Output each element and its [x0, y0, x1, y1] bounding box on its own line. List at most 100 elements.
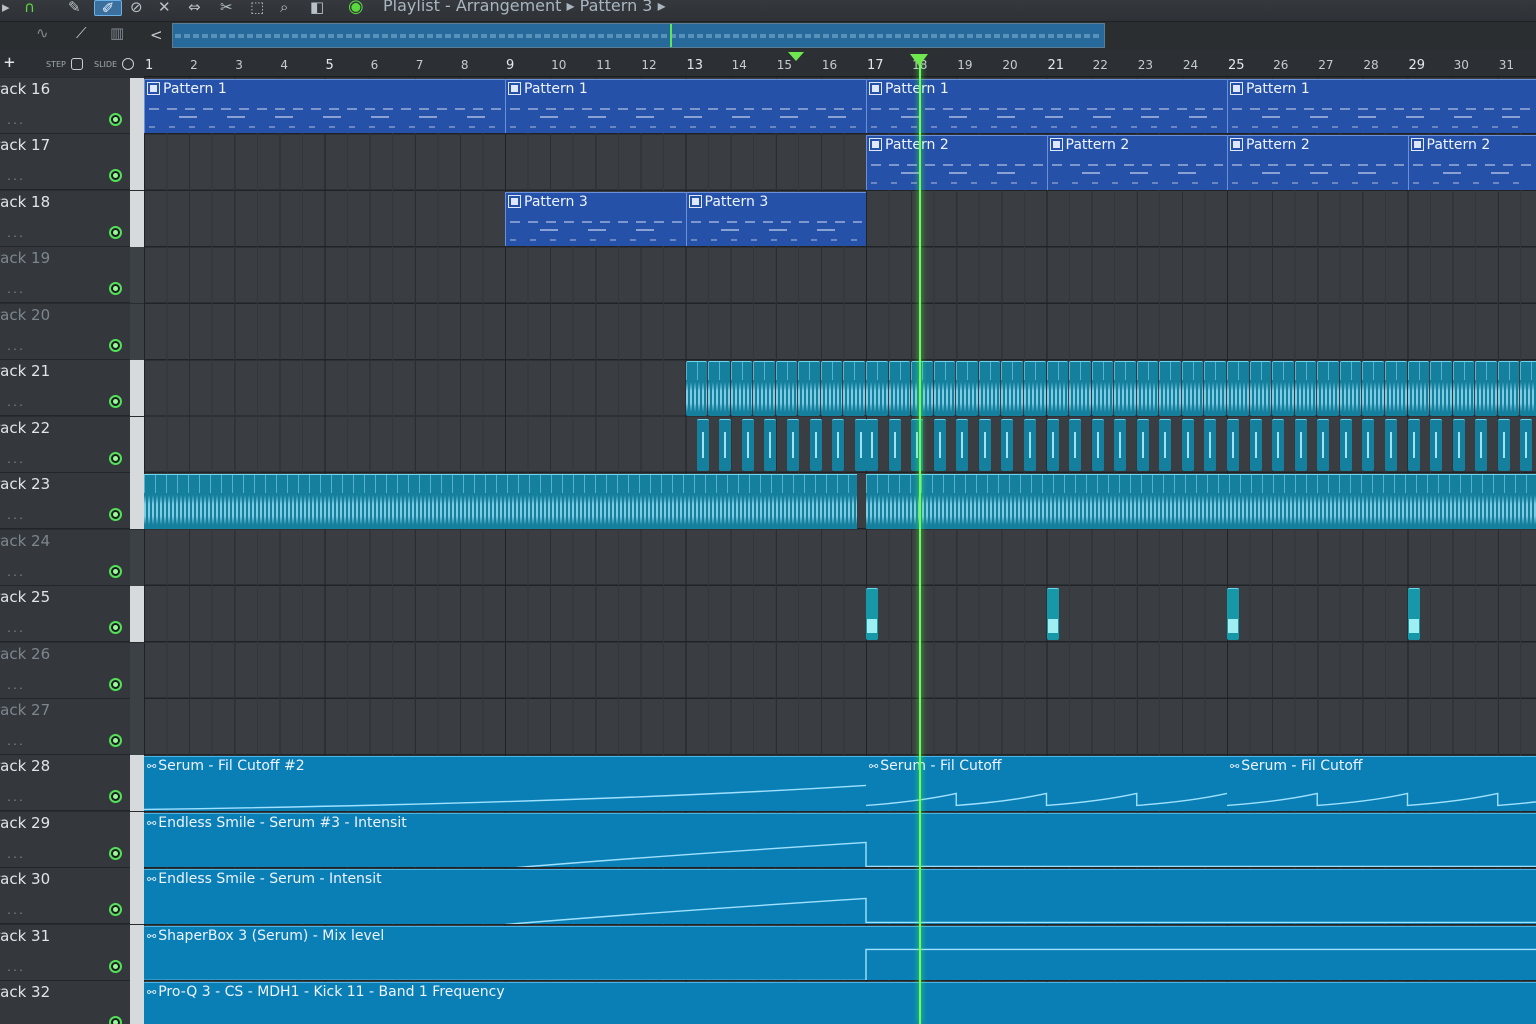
track-enable-led[interactable] — [109, 451, 122, 465]
pattern-clip[interactable]: Pattern 2 — [1227, 135, 1408, 190]
audio-clip[interactable] — [911, 418, 924, 472]
audio-clip[interactable] — [1294, 361, 1317, 416]
automation-clip[interactable]: ⚯ Endless Smile - Serum - Intensit — [144, 869, 1536, 924]
track-grip-handle[interactable] — [130, 473, 144, 530]
track-grip-handle[interactable] — [130, 755, 144, 812]
track-header[interactable]: rack 21... — [0, 360, 144, 417]
automation-clip[interactable]: ⚯ Pro-Q 3 - CS - MDH1 - Kick 11 - Band 1 … — [144, 982, 1536, 1024]
audio-clip[interactable] — [1249, 361, 1272, 416]
speaker-icon[interactable]: ◉ — [348, 0, 364, 16]
track-header[interactable]: rack 26... — [0, 642, 144, 699]
track-grip-handle[interactable] — [130, 586, 144, 643]
pattern-clip[interactable]: Pattern 3 — [685, 191, 866, 247]
track-enable-led[interactable] — [109, 338, 122, 352]
track-header[interactable]: rack 27... — [0, 698, 144, 755]
audio-clip[interactable] — [1249, 418, 1262, 472]
arrangement-overview[interactable] — [172, 23, 1105, 48]
pattern-clip[interactable]: Pattern 3 — [505, 191, 686, 247]
audio-clip[interactable] — [685, 361, 708, 416]
audio-clip[interactable] — [144, 474, 857, 529]
back-button[interactable]: < — [150, 28, 163, 44]
audio-clip[interactable] — [1317, 361, 1339, 416]
audio-clip[interactable] — [1023, 418, 1036, 472]
zoom-tool-icon[interactable]: ⌕ — [280, 0, 288, 16]
track-header[interactable]: rack 29... — [0, 811, 144, 868]
automation-clip[interactable]: ⚯ Serum - Fil Cutoff #2 — [144, 756, 866, 811]
audio-clip[interactable] — [798, 361, 820, 416]
audio-clip[interactable] — [1384, 361, 1407, 416]
audio-clip[interactable] — [753, 361, 775, 416]
audio-clip[interactable] — [1272, 418, 1285, 472]
track-grip-handle[interactable] — [130, 78, 144, 134]
audio-clip[interactable] — [1497, 361, 1520, 416]
audio-clip[interactable] — [1204, 418, 1217, 472]
track-enable-led[interactable] — [109, 395, 122, 409]
track-grip-handle[interactable] — [130, 981, 144, 1024]
step-toggle[interactable] — [71, 58, 83, 70]
audio-clip[interactable] — [730, 361, 753, 416]
piano-icon[interactable]: ▥ — [110, 26, 124, 42]
audio-clip[interactable] — [832, 418, 845, 472]
track-enable-led[interactable] — [109, 113, 122, 126]
audio-clip[interactable] — [1497, 418, 1510, 472]
audio-clip[interactable] — [1181, 418, 1194, 472]
audio-clip[interactable] — [933, 361, 956, 416]
audio-clip[interactable] — [843, 361, 865, 416]
audio-clip[interactable] — [1362, 361, 1384, 416]
track-grip-handle[interactable] — [130, 642, 144, 699]
track-enable-led[interactable] — [109, 790, 122, 804]
audio-clip[interactable] — [1272, 361, 1294, 416]
track-enable-led[interactable] — [109, 1016, 122, 1024]
audio-clip[interactable] — [1136, 361, 1159, 416]
audio-clip[interactable] — [1114, 361, 1136, 416]
automation-icon[interactable]: ⟋ — [76, 26, 87, 42]
track-grip-handle[interactable] — [130, 303, 144, 360]
track-header[interactable]: rack 20... — [0, 303, 144, 360]
track-enable-led[interactable] — [109, 564, 122, 578]
pattern-clip[interactable]: Pattern 1 — [144, 79, 505, 134]
audio-clip[interactable] — [1136, 418, 1149, 472]
audio-clip[interactable] — [1520, 361, 1536, 416]
track-header[interactable]: rack 18... — [0, 190, 144, 247]
track-header[interactable]: rack 25... — [0, 586, 144, 643]
track-header[interactable]: rack 24... — [0, 529, 144, 586]
slip-tool-icon[interactable]: ⇔ — [188, 0, 201, 16]
track-grip-handle[interactable] — [130, 134, 144, 191]
track-grip-handle[interactable] — [130, 247, 144, 304]
audio-clip[interactable] — [1227, 361, 1249, 416]
track-enable-led[interactable] — [109, 733, 122, 747]
audio-clip[interactable] — [888, 361, 911, 416]
audio-clip[interactable] — [854, 418, 867, 472]
audio-clip[interactable] — [1407, 588, 1420, 641]
audio-clip[interactable] — [1091, 361, 1114, 416]
audio-clip[interactable] — [956, 418, 969, 472]
audio-clip[interactable] — [1407, 361, 1430, 416]
track-grip-handle[interactable] — [130, 190, 144, 247]
pattern-clip[interactable]: Pattern 2 — [866, 135, 1047, 190]
current-pattern-label[interactable]: Pattern 3 — [580, 0, 653, 15]
audio-clip[interactable] — [1046, 588, 1059, 641]
audio-clip[interactable] — [956, 361, 978, 416]
audio-clip[interactable] — [775, 361, 798, 416]
audio-clip[interactable] — [1069, 361, 1091, 416]
paint-tool-icon[interactable]: ✐ — [94, 0, 122, 16]
audio-clip[interactable] — [978, 418, 991, 472]
audio-clip[interactable] — [1384, 418, 1397, 472]
audio-clip[interactable] — [933, 418, 946, 472]
audio-clip[interactable] — [1204, 361, 1226, 416]
audio-clip[interactable] — [1001, 361, 1023, 416]
track-enable-led[interactable] — [109, 169, 122, 183]
audio-clip[interactable] — [741, 418, 754, 472]
audio-clip[interactable] — [1430, 418, 1443, 472]
play-arrow-icon[interactable]: ▸ — [2, 0, 10, 16]
audio-clip[interactable] — [820, 361, 843, 416]
track-grip-handle[interactable] — [130, 924, 144, 981]
pattern-clip[interactable]: Pattern 1 — [505, 79, 866, 134]
audio-clip[interactable] — [1339, 361, 1362, 416]
track-grip-handle[interactable] — [130, 811, 144, 868]
playhead-marker[interactable] — [910, 54, 928, 66]
audio-clip[interactable] — [866, 474, 1536, 529]
pattern-clip[interactable]: Pattern 2 — [1046, 135, 1227, 190]
track-header[interactable]: rack 31... — [0, 924, 144, 981]
track-grip-handle[interactable] — [130, 416, 144, 473]
